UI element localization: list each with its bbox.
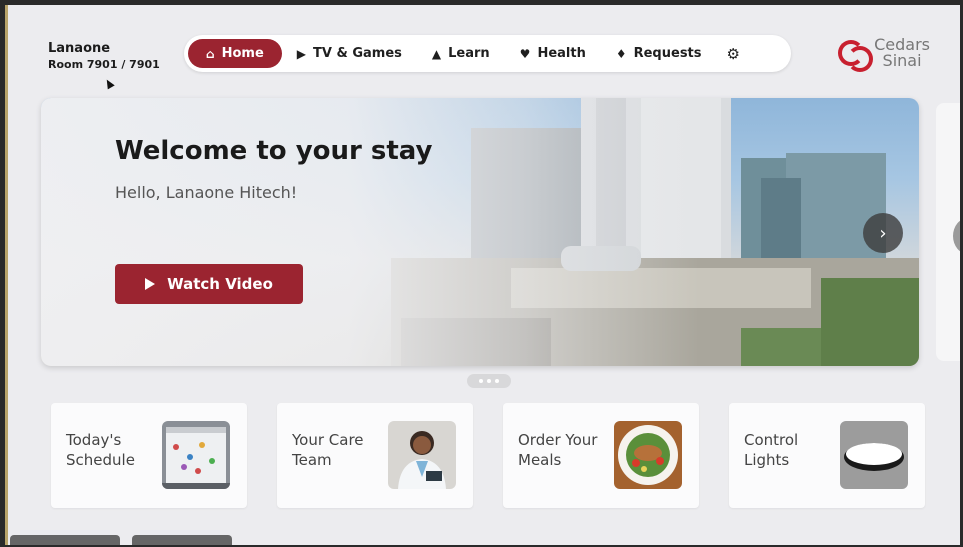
tab-tv-games[interactable]: ▶ TV & Games bbox=[282, 39, 417, 68]
card-label: Your Care Team bbox=[292, 431, 364, 469]
card-control-lights[interactable]: Control Lights bbox=[729, 403, 925, 508]
tab-label: TV & Games bbox=[313, 46, 402, 61]
logo-text: Cedars Sinai bbox=[874, 37, 930, 69]
card-label: Order Your Meals bbox=[518, 431, 598, 469]
hero-banner: Welcome to your stay Hello, Lanaone Hite… bbox=[41, 98, 919, 366]
tab-label: Learn bbox=[448, 46, 490, 61]
graduation-cap-icon: ▲ bbox=[431, 46, 442, 61]
chevron-right-icon: › bbox=[879, 222, 887, 244]
gear-icon: ⚙ bbox=[726, 44, 740, 63]
meal-photo bbox=[614, 421, 682, 489]
patient-name: Lanaone bbox=[48, 41, 111, 56]
card-your-care-team[interactable]: Your Care Team bbox=[277, 403, 473, 508]
tab-requests[interactable]: ♦ Requests bbox=[601, 39, 717, 68]
screen: Lanaone Room 7901 / 7901 ⌂ Home ▶ TV & G… bbox=[5, 5, 960, 545]
tab-health[interactable]: ♥ Health bbox=[505, 39, 601, 68]
watch-video-label: Watch Video bbox=[167, 275, 273, 293]
heart-pulse-icon: ♥ bbox=[519, 46, 531, 61]
room-number: Room 7901 / 7901 bbox=[48, 58, 160, 71]
carousel-dots[interactable] bbox=[467, 374, 511, 388]
top-bar: Lanaone Room 7901 / 7901 ⌂ Home ▶ TV & G… bbox=[8, 33, 960, 83]
tab-learn[interactable]: ▲ Learn bbox=[417, 39, 505, 68]
hero-title: Welcome to your stay bbox=[115, 136, 433, 166]
carousel-dot[interactable] bbox=[487, 379, 491, 383]
card-order-your-meals[interactable]: Order Your Meals bbox=[503, 403, 699, 508]
watch-video-button[interactable]: Watch Video bbox=[115, 264, 303, 304]
card-todays-schedule[interactable]: Today's Schedule bbox=[51, 403, 247, 508]
main-nav: ⌂ Home ▶ TV & Games ▲ Learn ♥ Health ♦ R… bbox=[184, 35, 791, 72]
schedule-board-image bbox=[162, 421, 230, 489]
play-circle-icon: ▶ bbox=[296, 46, 307, 61]
card-label: Today's Schedule bbox=[66, 431, 135, 469]
card-label: Control Lights bbox=[744, 431, 799, 469]
settings-button[interactable]: ⚙ bbox=[717, 39, 750, 68]
taskbar-fragment bbox=[0, 535, 240, 545]
carousel-dot[interactable] bbox=[479, 379, 483, 383]
ceiling-light-image bbox=[840, 421, 908, 489]
tab-label: Home bbox=[221, 46, 264, 61]
cedars-sinai-logo: Cedars Sinai bbox=[838, 37, 930, 72]
carousel-dot[interactable] bbox=[495, 379, 499, 383]
tab-home[interactable]: ⌂ Home bbox=[188, 39, 282, 68]
logo-line2: Sinai bbox=[882, 51, 922, 70]
play-icon bbox=[145, 278, 156, 290]
home-icon: ⌂ bbox=[206, 46, 215, 61]
bell-icon: ♦ bbox=[615, 46, 627, 61]
logo-mark-icon bbox=[838, 38, 874, 72]
tab-label: Requests bbox=[633, 46, 702, 61]
tab-label: Health bbox=[537, 46, 586, 61]
carousel-next-button[interactable]: › bbox=[863, 213, 903, 253]
care-team-photo bbox=[388, 421, 456, 489]
hero-greeting: Hello, Lanaone Hitech! bbox=[115, 183, 298, 202]
patient-info: Lanaone Room 7901 / 7901 bbox=[48, 41, 160, 71]
